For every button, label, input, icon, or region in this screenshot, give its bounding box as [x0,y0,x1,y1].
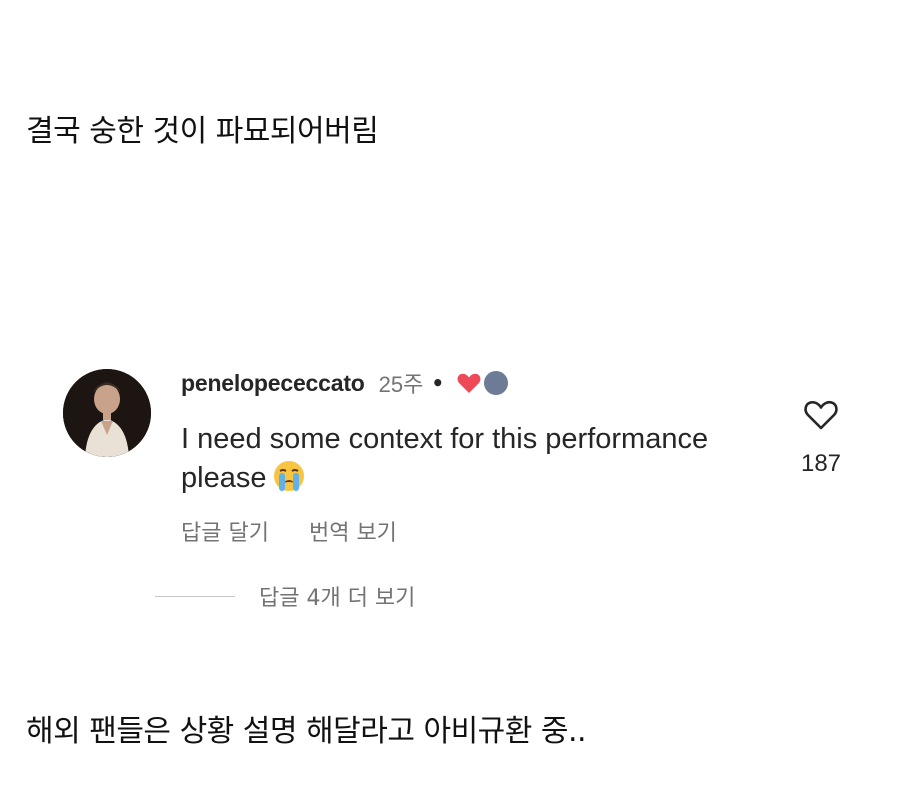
caption-bottom: 해외 팬들은 상황 설명 해달라고 아비규환 중.. [26,714,587,749]
like-column: 187 [790,398,852,478]
comment-body: I need some context for this performance… [181,420,741,504]
avatar[interactable] [63,369,151,457]
comment-text: I need some context for this performance… [181,423,709,494]
reply-divider-line [155,595,235,597]
heart-filled-icon [457,373,481,393]
reply-button[interactable]: 답글 달기 [181,515,269,547]
like-count: 187 [800,450,842,477]
comment-actions: 답글 달기 번역 보기 [181,515,397,547]
heart-outline-icon[interactable] [803,398,839,432]
view-more-replies[interactable]: 답글 4개 더 보기 [155,580,415,612]
timestamp: 25주 [378,372,424,397]
loudly-crying-face-icon [272,459,306,504]
avatar-photo-icon [63,369,151,457]
caption-top: 결국 숭한 것이 파묘되어버림 [26,114,379,149]
separator-dot: • [431,371,445,395]
translate-button[interactable]: 번역 보기 [309,515,397,547]
comment-header: penelopececcato 25주 • [181,366,509,400]
view-more-replies-label[interactable]: 답글 4개 더 보기 [259,580,415,612]
username-link[interactable]: penelopececcato [181,370,365,397]
author-liked-badge [456,371,509,395]
author-mini-avatar [484,371,509,395]
